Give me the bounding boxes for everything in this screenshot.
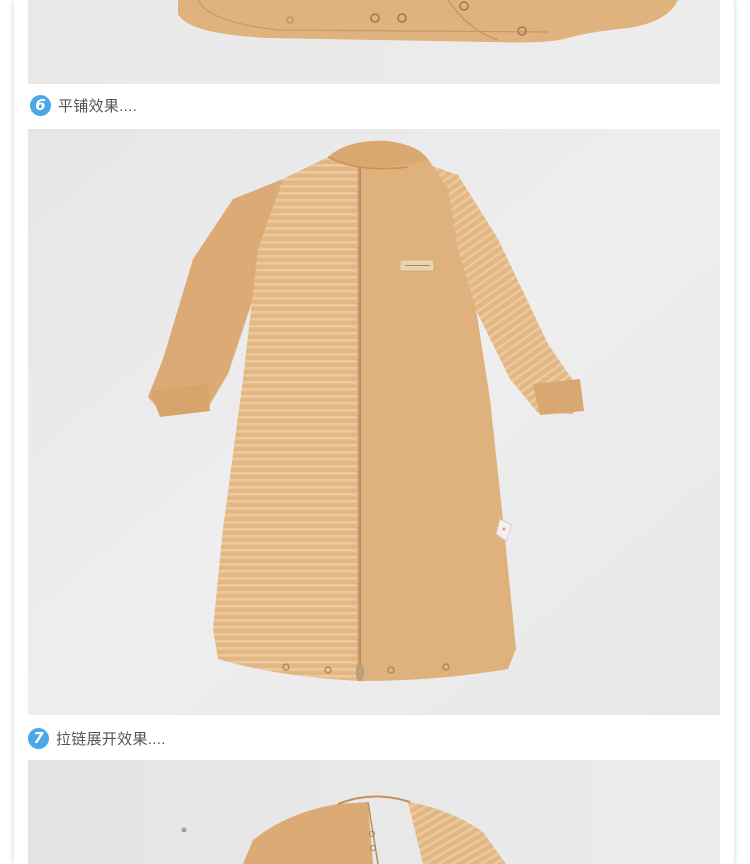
photo-garment-close-up bbox=[28, 0, 720, 84]
caption-flat-lay: 6 平铺效果.... bbox=[30, 93, 137, 117]
step-number-badge: 7 bbox=[28, 727, 49, 749]
caption-text: 拉链展开效果.... bbox=[56, 730, 166, 748]
photo-sleep-gown-flat bbox=[28, 129, 720, 715]
caption-zip-open: 7 拉链展开效果.... bbox=[28, 726, 166, 750]
content-frame: 6 平铺效果.... 7 拉链展开效果.... bbox=[14, 0, 734, 864]
step-number-badge: 6 bbox=[30, 94, 51, 116]
caption-text: 平铺效果.... bbox=[58, 97, 138, 115]
photo-sleep-gown-zip-open bbox=[28, 760, 720, 864]
